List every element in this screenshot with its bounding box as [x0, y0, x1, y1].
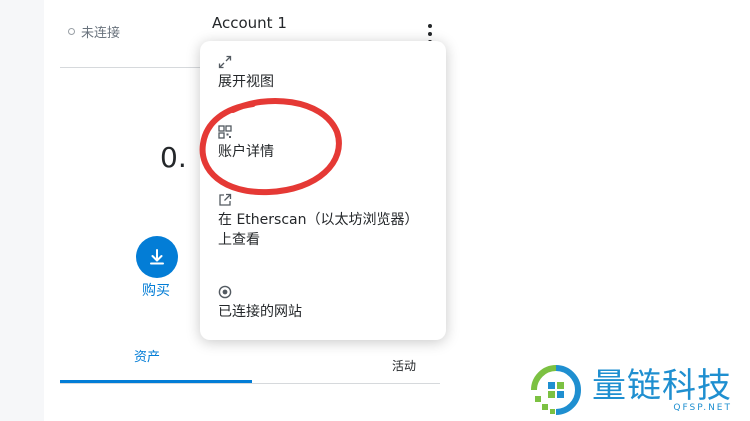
- buy-label[interactable]: 购买: [142, 280, 170, 300]
- status-dot-icon: [68, 28, 75, 35]
- menu-item-account-details[interactable]: 账户详情: [218, 125, 274, 162]
- connected-sites-icon: [218, 285, 232, 299]
- status-text: 未连接: [81, 26, 121, 41]
- tab-activity[interactable]: 活动: [392, 357, 416, 374]
- tabs-divider: [60, 383, 440, 384]
- brand-mark-icon: [531, 365, 581, 415]
- expand-icon: [218, 55, 232, 69]
- brand-text: 量链科技 QFSP.NET: [592, 367, 732, 413]
- screenshot-canvas: 未连接 Account 1 0. 购买 资产 活动 展开视图 账户详情 在 Et…: [0, 0, 750, 421]
- account-name[interactable]: Account 1: [212, 14, 287, 32]
- tab-assets[interactable]: 资产: [134, 346, 160, 365]
- menu-item-label: 展开视图: [218, 74, 274, 90]
- watermark-logo: 量链科技 QFSP.NET: [528, 362, 732, 418]
- qr-code-icon: [218, 125, 232, 139]
- menu-item-expand-view[interactable]: 展开视图: [218, 55, 274, 92]
- download-arrow-icon: [150, 249, 164, 265]
- menu-item-label: 账户详情: [218, 144, 274, 160]
- menu-item-label: 已连接的网站: [218, 304, 302, 320]
- external-link-icon: [219, 193, 232, 206]
- connection-status[interactable]: 未连接: [68, 22, 120, 41]
- background-strip: [0, 0, 44, 421]
- account-options-menu: 展开视图 账户详情 在 Etherscan（以太坊浏览器）上查看 已连接的网站: [200, 41, 446, 340]
- menu-item-connected-sites[interactable]: 已连接的网站: [218, 285, 302, 322]
- balance-amount: 0.: [160, 141, 187, 174]
- menu-item-view-on-etherscan[interactable]: 在 Etherscan（以太坊浏览器）上查看: [218, 193, 428, 250]
- brand-url: QFSP.NET: [673, 403, 732, 413]
- brand-name: 量链科技: [592, 366, 732, 406]
- menu-item-label: 在 Etherscan（以太坊浏览器）上查看: [218, 212, 419, 248]
- buy-button[interactable]: [136, 236, 178, 278]
